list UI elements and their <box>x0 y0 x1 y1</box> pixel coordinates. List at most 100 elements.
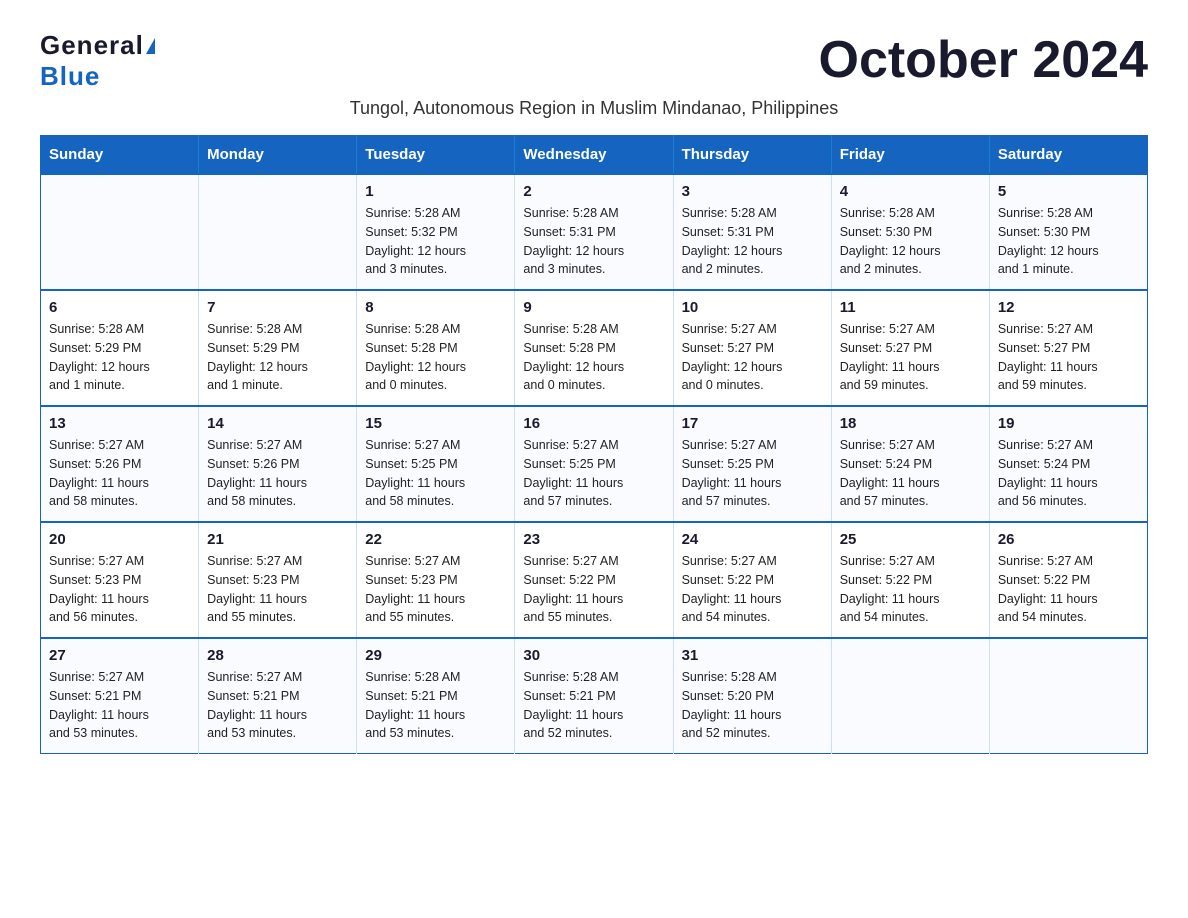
calendar-cell: 28 Sunrise: 5:27 AMSunset: 5:21 PMDayligh… <box>199 638 357 754</box>
calendar-cell: 9 Sunrise: 5:28 AMSunset: 5:28 PMDaylight… <box>515 290 673 406</box>
calendar-cell: 18 Sunrise: 5:27 AMSunset: 5:24 PMDayligh… <box>831 406 989 522</box>
calendar-cell: 14 Sunrise: 5:27 AMSunset: 5:26 PMDayligh… <box>199 406 357 522</box>
day-number: 25 <box>840 531 981 548</box>
subtitle: Tungol, Autonomous Region in Muslim Mind… <box>40 98 1148 119</box>
day-info: Sunrise: 5:28 AMSunset: 5:28 PMDaylight:… <box>523 320 664 395</box>
day-number: 2 <box>523 183 664 200</box>
header: General Blue October 2024 <box>40 30 1148 92</box>
day-number: 11 <box>840 299 981 316</box>
calendar-cell: 12Sunrise: 5:27 AMSunset: 5:27 PMDayligh… <box>989 290 1147 406</box>
day-info: Sunrise: 5:28 AMSunset: 5:31 PMDaylight:… <box>523 204 664 279</box>
day-info: Sunrise: 5:27 AMSunset: 5:22 PMDaylight:… <box>682 552 823 627</box>
day-info: Sunrise: 5:27 AMSunset: 5:22 PMDaylight:… <box>523 552 664 627</box>
calendar-cell: 4 Sunrise: 5:28 AMSunset: 5:30 PMDaylight… <box>831 174 989 290</box>
calendar-cell: 20Sunrise: 5:27 AMSunset: 5:23 PMDayligh… <box>41 522 199 638</box>
day-number: 30 <box>523 647 664 664</box>
day-info: Sunrise: 5:27 AMSunset: 5:25 PMDaylight:… <box>682 436 823 511</box>
calendar-cell: 2 Sunrise: 5:28 AMSunset: 5:31 PMDaylight… <box>515 174 673 290</box>
day-number: 6 <box>49 299 190 316</box>
calendar-cell: 1 Sunrise: 5:28 AMSunset: 5:32 PMDaylight… <box>357 174 515 290</box>
day-info: Sunrise: 5:27 AMSunset: 5:23 PMDaylight:… <box>365 552 506 627</box>
day-number: 15 <box>365 415 506 432</box>
day-info: Sunrise: 5:27 AMSunset: 5:26 PMDaylight:… <box>207 436 348 511</box>
week-row-1: 1 Sunrise: 5:28 AMSunset: 5:32 PMDaylight… <box>41 174 1148 290</box>
day-number: 26 <box>998 531 1139 548</box>
header-row: SundayMondayTuesdayWednesdayThursdayFrid… <box>41 136 1148 175</box>
calendar-cell: 10 Sunrise: 5:27 AMSunset: 5:27 PMDayligh… <box>673 290 831 406</box>
calendar-cell: 23 Sunrise: 5:27 AMSunset: 5:22 PMDayligh… <box>515 522 673 638</box>
header-friday: Friday <box>831 136 989 175</box>
day-number: 22 <box>365 531 506 548</box>
day-info: Sunrise: 5:27 AMSunset: 5:27 PMDaylight:… <box>998 320 1139 395</box>
day-info: Sunrise: 5:27 AMSunset: 5:26 PMDaylight:… <box>49 436 190 511</box>
day-number: 16 <box>523 415 664 432</box>
calendar-cell: 24 Sunrise: 5:27 AMSunset: 5:22 PMDayligh… <box>673 522 831 638</box>
day-info: Sunrise: 5:27 AMSunset: 5:22 PMDaylight:… <box>998 552 1139 627</box>
calendar-table: SundayMondayTuesdayWednesdayThursdayFrid… <box>40 135 1148 754</box>
header-wednesday: Wednesday <box>515 136 673 175</box>
day-info: Sunrise: 5:27 AMSunset: 5:21 PMDaylight:… <box>49 668 190 743</box>
week-row-2: 6 Sunrise: 5:28 AMSunset: 5:29 PMDaylight… <box>41 290 1148 406</box>
calendar-cell <box>199 174 357 290</box>
day-info: Sunrise: 5:28 AMSunset: 5:30 PMDaylight:… <box>998 204 1139 279</box>
calendar-cell: 30 Sunrise: 5:28 AMSunset: 5:21 PMDayligh… <box>515 638 673 754</box>
header-sunday: Sunday <box>41 136 199 175</box>
calendar-cell <box>989 638 1147 754</box>
day-info: Sunrise: 5:28 AMSunset: 5:30 PMDaylight:… <box>840 204 981 279</box>
day-info: Sunrise: 5:28 AMSunset: 5:21 PMDaylight:… <box>365 668 506 743</box>
logo-general-text: General <box>40 30 144 61</box>
day-info: Sunrise: 5:27 AMSunset: 5:25 PMDaylight:… <box>523 436 664 511</box>
calendar-cell: 25 Sunrise: 5:27 AMSunset: 5:22 PMDayligh… <box>831 522 989 638</box>
calendar-cell: 16 Sunrise: 5:27 AMSunset: 5:25 PMDayligh… <box>515 406 673 522</box>
calendar-cell: 7 Sunrise: 5:28 AMSunset: 5:29 PMDaylight… <box>199 290 357 406</box>
day-info: Sunrise: 5:28 AMSunset: 5:21 PMDaylight:… <box>523 668 664 743</box>
header-monday: Monday <box>199 136 357 175</box>
calendar-cell: 31Sunrise: 5:28 AMSunset: 5:20 PMDayligh… <box>673 638 831 754</box>
day-info: Sunrise: 5:27 AMSunset: 5:27 PMDaylight:… <box>682 320 823 395</box>
day-info: Sunrise: 5:27 AMSunset: 5:22 PMDaylight:… <box>840 552 981 627</box>
calendar-cell <box>831 638 989 754</box>
day-info: Sunrise: 5:28 AMSunset: 5:20 PMDaylight:… <box>682 668 823 743</box>
day-info: Sunrise: 5:28 AMSunset: 5:29 PMDaylight:… <box>207 320 348 395</box>
day-number: 21 <box>207 531 348 548</box>
day-number: 7 <box>207 299 348 316</box>
day-number: 9 <box>523 299 664 316</box>
day-number: 28 <box>207 647 348 664</box>
week-row-3: 13 Sunrise: 5:27 AMSunset: 5:26 PMDayligh… <box>41 406 1148 522</box>
calendar-cell: 6Sunrise: 5:28 AMSunset: 5:29 PMDaylight… <box>41 290 199 406</box>
day-number: 29 <box>365 647 506 664</box>
day-number: 20 <box>49 531 190 548</box>
calendar-cell: 11 Sunrise: 5:27 AMSunset: 5:27 PMDayligh… <box>831 290 989 406</box>
day-number: 14 <box>207 415 348 432</box>
day-number: 13 <box>49 415 190 432</box>
calendar-cell: 27 Sunrise: 5:27 AMSunset: 5:21 PMDayligh… <box>41 638 199 754</box>
day-number: 3 <box>682 183 823 200</box>
day-number: 24 <box>682 531 823 548</box>
day-number: 18 <box>840 415 981 432</box>
day-info: Sunrise: 5:27 AMSunset: 5:27 PMDaylight:… <box>840 320 981 395</box>
day-number: 19 <box>998 415 1139 432</box>
month-title: October 2024 <box>819 30 1149 90</box>
day-number: 10 <box>682 299 823 316</box>
day-info: Sunrise: 5:27 AMSunset: 5:25 PMDaylight:… <box>365 436 506 511</box>
day-number: 17 <box>682 415 823 432</box>
logo-triangle-icon <box>146 38 155 54</box>
header-tuesday: Tuesday <box>357 136 515 175</box>
day-number: 23 <box>523 531 664 548</box>
day-info: Sunrise: 5:28 AMSunset: 5:28 PMDaylight:… <box>365 320 506 395</box>
day-info: Sunrise: 5:27 AMSunset: 5:21 PMDaylight:… <box>207 668 348 743</box>
day-info: Sunrise: 5:27 AMSunset: 5:24 PMDaylight:… <box>840 436 981 511</box>
week-row-4: 20 Sunrise: 5:27 AMSunset: 5:23 PMDayligh… <box>41 522 1148 638</box>
day-number: 4 <box>840 183 981 200</box>
calendar-cell: 26 Sunrise: 5:27 AMSunset: 5:22 PMDayligh… <box>989 522 1147 638</box>
calendar-cell: 5Sunrise: 5:28 AMSunset: 5:30 PMDaylight… <box>989 174 1147 290</box>
day-number: 1 <box>365 183 506 200</box>
calendar-cell: 21 Sunrise: 5:27 AMSunset: 5:23 PMDayligh… <box>199 522 357 638</box>
calendar-cell: 22 Sunrise: 5:27 AMSunset: 5:23 PMDayligh… <box>357 522 515 638</box>
day-info: Sunrise: 5:27 AMSunset: 5:23 PMDaylight:… <box>207 552 348 627</box>
day-number: 27 <box>49 647 190 664</box>
day-info: Sunrise: 5:28 AMSunset: 5:31 PMDaylight:… <box>682 204 823 279</box>
day-number: 8 <box>365 299 506 316</box>
day-info: Sunrise: 5:27 AMSunset: 5:24 PMDaylight:… <box>998 436 1139 511</box>
day-info: Sunrise: 5:28 AMSunset: 5:32 PMDaylight:… <box>365 204 506 279</box>
